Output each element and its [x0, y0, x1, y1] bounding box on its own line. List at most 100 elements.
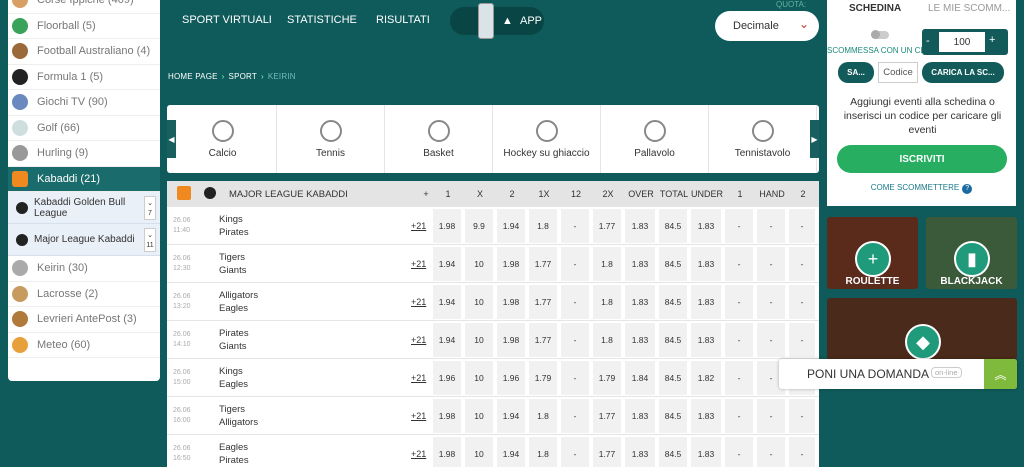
nav-sport-virtuali[interactable]: SPORT VIRTUALI: [182, 14, 272, 26]
casino-slot-banner[interactable]: ◆: [827, 298, 1017, 360]
odds-cell[interactable]: 1.83: [625, 323, 655, 357]
odds-cell[interactable]: -: [757, 399, 785, 433]
odds-cell[interactable]: -: [789, 437, 815, 467]
sidebar-subitem[interactable]: Kabaddi Golden Bull League ⌄ 7: [8, 192, 160, 224]
odds-cell[interactable]: 1.83: [625, 399, 655, 433]
odds-cell[interactable]: 10: [465, 437, 493, 467]
sidebar-item[interactable]: Golf (66): [8, 116, 160, 141]
odds-cell[interactable]: 1.83: [625, 209, 655, 243]
casino-blackjack-banner[interactable]: ▮ BLACKJACK: [926, 217, 1017, 289]
odds-cell[interactable]: -: [789, 323, 815, 357]
odds-cell[interactable]: -: [757, 437, 785, 467]
tab-my-bets[interactable]: LE MIE SCOMM...: [928, 3, 1010, 14]
odds-cell[interactable]: 1.96: [497, 361, 525, 395]
ask-question-widget[interactable]: PONI UNA DOMANDA on-line ︽: [779, 359, 1017, 389]
odds-cell[interactable]: -: [757, 285, 785, 319]
load-slip-button[interactable]: CARICA LA SC...: [922, 62, 1004, 83]
event-teams[interactable]: Tigers Alligators: [219, 403, 258, 429]
odds-cell[interactable]: 9.9: [465, 209, 493, 243]
odds-cell[interactable]: 1.8: [593, 285, 621, 319]
odds-cell[interactable]: 1.77: [529, 323, 557, 357]
event-count-badge[interactable]: ⌄ 11: [144, 228, 156, 252]
odds-cell[interactable]: 10: [465, 399, 493, 433]
more-markets-link[interactable]: +21: [411, 259, 426, 269]
odds-cell[interactable]: 1.83: [691, 285, 721, 319]
chevron-up-icon[interactable]: ︽: [984, 359, 1017, 389]
sidebar-subitem[interactable]: Major League Kabaddi ⌄ 11: [8, 224, 160, 256]
odds-cell[interactable]: 1.8: [529, 399, 557, 433]
odds-cell[interactable]: 1.83: [691, 323, 721, 357]
sport-tile[interactable]: Basket: [385, 105, 493, 173]
odds-cell[interactable]: -: [757, 247, 785, 281]
odds-cell[interactable]: 1.98: [497, 247, 525, 281]
event-teams[interactable]: Kings Eagles: [219, 365, 248, 391]
odds-cell[interactable]: 1.77: [593, 399, 621, 433]
odds-cell[interactable]: 1.83: [625, 247, 655, 281]
odds-cell[interactable]: 10: [465, 361, 493, 395]
odds-cell[interactable]: -: [561, 323, 589, 357]
odds-cell[interactable]: 1.94: [497, 399, 525, 433]
sport-tile[interactable]: Tennistavolo: [709, 105, 817, 173]
odds-cell[interactable]: 1.8: [529, 209, 557, 243]
odds-cell[interactable]: 84.5: [659, 361, 687, 395]
more-markets-link[interactable]: +21: [411, 335, 426, 345]
odds-cell[interactable]: 1.8: [529, 437, 557, 467]
sidebar-item[interactable]: Floorball (5): [8, 14, 160, 39]
app-download-button[interactable]: ▲ APP: [450, 3, 544, 39]
sidebar-item[interactable]: Football Australiano (4): [8, 39, 160, 65]
odds-cell[interactable]: -: [561, 247, 589, 281]
odds-cell[interactable]: -: [725, 361, 753, 395]
more-markets-link[interactable]: +21: [411, 221, 426, 231]
quota-select[interactable]: Decimale ⌄: [715, 11, 819, 41]
odds-cell[interactable]: -: [561, 361, 589, 395]
odds-cell[interactable]: -: [757, 209, 785, 243]
casino-roulette-banner[interactable]: + ROULETTE: [827, 217, 918, 289]
sidebar-item[interactable]: Formula 1 (5): [8, 65, 160, 90]
odds-cell[interactable]: -: [725, 285, 753, 319]
nav-risultati[interactable]: RISULTATI: [376, 14, 430, 26]
odds-cell[interactable]: -: [561, 285, 589, 319]
odds-cell[interactable]: 1.83: [691, 247, 721, 281]
event-teams[interactable]: Tigers Giants: [219, 251, 246, 277]
event-teams[interactable]: Eagles Pirates: [219, 441, 249, 467]
odds-cell[interactable]: 1.94: [433, 323, 461, 357]
odds-cell[interactable]: 1.83: [691, 209, 721, 243]
odds-cell[interactable]: 1.82: [691, 361, 721, 395]
breadcrumb-home[interactable]: HOME PAGE: [168, 72, 218, 81]
sidebar-item[interactable]: Meteo (60): [8, 333, 160, 358]
tab-schedina[interactable]: SCHEDINA: [849, 3, 901, 14]
sport-tile[interactable]: Pallavolo: [601, 105, 709, 173]
odds-cell[interactable]: 10: [465, 285, 493, 319]
more-markets-link[interactable]: +21: [411, 373, 426, 383]
carousel-next-button[interactable]: ▶: [810, 120, 819, 158]
odds-cell[interactable]: 1.96: [433, 361, 461, 395]
sidebar-item[interactable]: Lacrosse (2): [8, 282, 160, 307]
save-button[interactable]: SA...: [838, 62, 874, 83]
event-teams[interactable]: Alligators Eagles: [219, 289, 258, 315]
odds-cell[interactable]: 1.77: [529, 285, 557, 319]
odds-cell[interactable]: 1.98: [433, 399, 461, 433]
sidebar-item[interactable]: Levrieri AntePost (3): [8, 307, 160, 333]
odds-cell[interactable]: 84.5: [659, 437, 687, 467]
odds-cell[interactable]: -: [789, 209, 815, 243]
odds-cell[interactable]: 1.98: [433, 437, 461, 467]
odds-cell[interactable]: 1.77: [529, 247, 557, 281]
odds-cell[interactable]: 1.94: [433, 285, 461, 319]
odds-cell[interactable]: 1.98: [497, 323, 525, 357]
odds-cell[interactable]: 84.5: [659, 399, 687, 433]
odds-cell[interactable]: 1.79: [593, 361, 621, 395]
odds-cell[interactable]: -: [561, 209, 589, 243]
stake-increase-button[interactable]: +: [989, 34, 995, 46]
event-teams[interactable]: Kings Pirates: [219, 213, 249, 239]
odds-cell[interactable]: 10: [465, 247, 493, 281]
sidebar-item[interactable]: Kabaddi (21): [8, 166, 160, 192]
odds-cell[interactable]: -: [725, 323, 753, 357]
event-count-badge[interactable]: ⌄ 7: [144, 196, 156, 220]
odds-cell[interactable]: 1.94: [497, 437, 525, 467]
sport-tile[interactable]: Calcio: [169, 105, 277, 173]
sport-tile[interactable]: Tennis: [277, 105, 385, 173]
more-markets-link[interactable]: +21: [411, 411, 426, 421]
odds-cell[interactable]: 1.94: [433, 247, 461, 281]
sidebar-item[interactable]: Keirin (30): [8, 256, 160, 282]
odds-cell[interactable]: -: [757, 323, 785, 357]
